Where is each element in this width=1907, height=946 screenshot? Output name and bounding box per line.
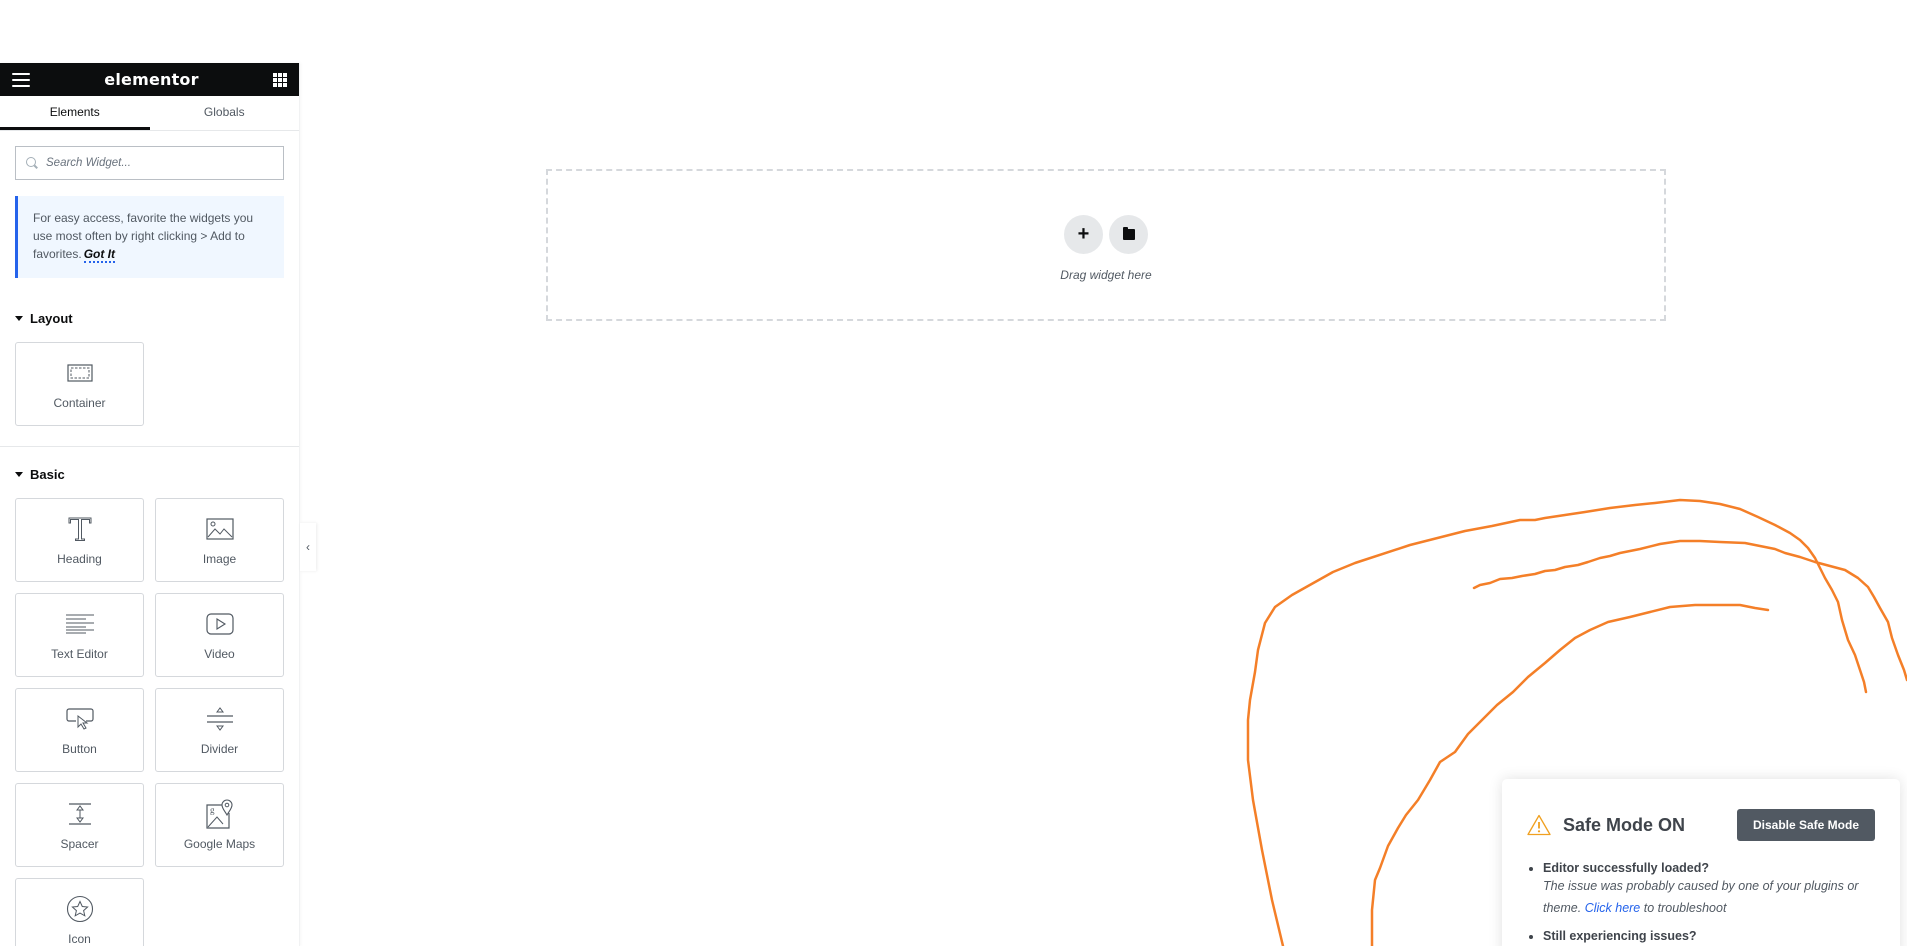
widget-icon[interactable]: Icon [15,878,144,946]
panel-tabs: Elements Globals [0,96,299,131]
got-it-link[interactable]: Got It [83,247,116,263]
section-title: Basic [30,467,65,482]
add-section-button[interactable]: + [1064,214,1103,254]
answer-text: to troubleshoot [1640,901,1727,915]
widget-video[interactable]: Video [155,593,284,677]
elementor-editor: elementor Elements Globals For easy acce… [0,0,1907,946]
plus-icon: + [1077,223,1090,245]
widget-heading[interactable]: Heading [15,498,144,582]
widget-divider[interactable]: Divider [155,688,284,772]
divider-icon [205,704,235,734]
spacer-icon [65,799,95,829]
search-icon [26,157,38,169]
image-icon [205,514,235,544]
safe-mode-title: Safe Mode ON [1563,814,1686,835]
widget-label: Container [53,396,106,410]
button-icon [65,704,95,734]
empty-section-dropzone[interactable]: + Drag widget here [546,169,1666,321]
warning-icon [1527,814,1551,836]
chevron-left-icon: ‹ [306,540,310,554]
dropzone-hint: Drag widget here [1060,267,1152,282]
search-widget-input[interactable] [46,157,273,169]
add-template-button[interactable] [1109,214,1148,254]
widget-label: Image [202,552,237,566]
layout-section: Layout Container [0,278,299,447]
notice-text: For easy access, favorite the widgets yo… [33,211,254,261]
section-title: Layout [30,311,73,326]
disable-safe-mode-button[interactable]: Disable Safe Mode [1736,809,1875,841]
safe-mode-tips: Editor successfully loaded? The issue wa… [1527,861,1875,943]
google-maps-icon: g [205,799,235,829]
widget-label: Button [62,742,97,756]
widget-label: Divider [200,742,239,756]
list-item: Editor successfully loaded? The issue wa… [1543,861,1875,919]
favorites-notice: For easy access, favorite the widgets yo… [15,196,284,278]
widget-label: Icon [68,932,91,946]
widget-image[interactable]: Image [155,498,284,582]
widget-container[interactable]: Container [15,342,144,426]
heading-icon [65,514,95,544]
text-editor-icon [65,609,95,639]
widget-google-maps[interactable]: g Google Maps [155,783,284,867]
tab-globals[interactable]: Globals [150,96,300,130]
hamburger-menu-icon[interactable] [12,72,30,87]
widget-label: Spacer [60,837,99,851]
folder-icon [1122,226,1135,240]
tab-elements[interactable]: Elements [0,96,150,130]
layout-section-toggle[interactable]: Layout [0,278,299,342]
svg-text:g: g [210,805,215,815]
container-icon [65,358,95,388]
widget-text-editor[interactable]: Text Editor [15,593,144,677]
video-icon [205,609,235,639]
widget-spacer[interactable]: Spacer [15,783,144,867]
tip-answer: The issue was probably caused by one of … [1543,875,1875,919]
widget-label: Google Maps [183,837,256,851]
collapse-panel-button[interactable]: ‹ [300,523,316,571]
caret-down-icon [15,316,23,321]
star-icon [65,894,95,924]
safe-mode-panel: Safe Mode ON Disable Safe Mode Editor su… [1502,779,1900,946]
annotation-stroke-top [1472,539,1907,682]
tip-question: Still experiencing issues? [1543,929,1697,943]
caret-down-icon [15,472,23,477]
widget-label: Text Editor [51,647,108,661]
widget-button[interactable]: Button [15,688,144,772]
panel-header: elementor [0,63,299,96]
basic-section-toggle[interactable]: Basic [0,447,299,498]
basic-section: Basic Heading Image Text Editor Video Bu… [0,447,299,946]
elementor-logo: elementor [104,70,199,89]
search-widget-field[interactable] [15,146,284,180]
widget-label: Heading [57,552,102,566]
list-item: Still experiencing issues? [1543,929,1875,943]
widgets-grid-icon[interactable] [273,72,287,87]
elements-panel: elementor Elements Globals For easy acce… [0,63,300,946]
tip-question: Editor successfully loaded? [1543,861,1710,875]
widget-label: Video [204,647,235,661]
troubleshoot-link[interactable]: Click here [1585,901,1641,915]
